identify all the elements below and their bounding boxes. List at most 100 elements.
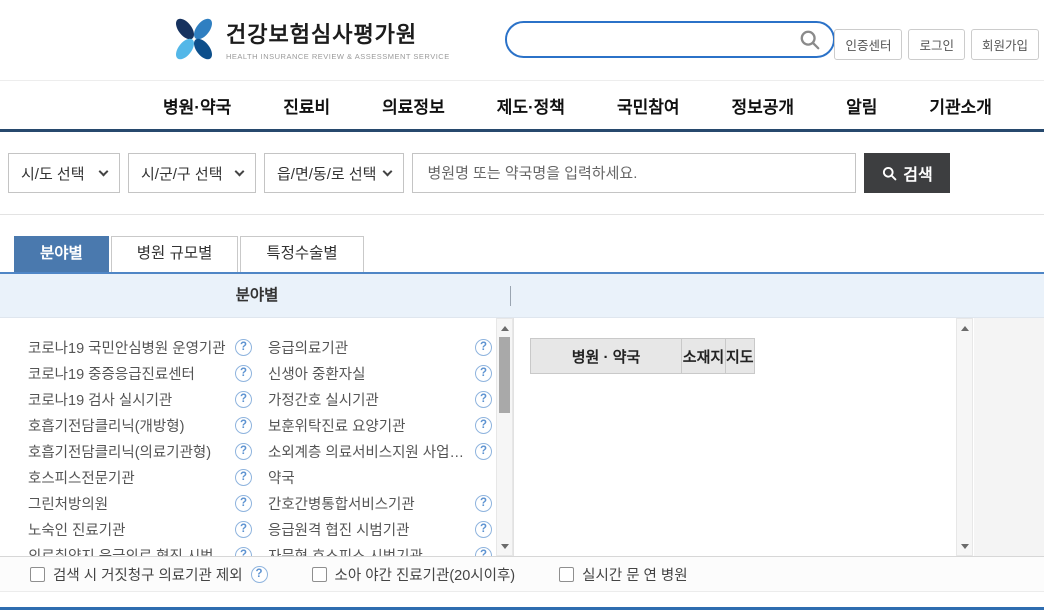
region-select-value: 시/군/구 선택 <box>141 163 223 184</box>
nav-item[interactable]: 진료비 <box>283 93 330 118</box>
category-item[interactable]: 가정간호 실시기관 <box>268 386 492 412</box>
category-label: 응급의료기관 <box>268 337 348 358</box>
category-item[interactable]: 자문형 호스피스 시범기관 <box>268 542 492 556</box>
category-item[interactable]: 호흡기전담클리닉(의료기관형) <box>28 438 252 464</box>
header-utility-button[interactable]: 인증센터 <box>834 29 902 60</box>
header-utility-button[interactable]: 로그인 <box>908 29 965 60</box>
help-icon[interactable] <box>475 521 492 538</box>
panel-header: 분야별 <box>0 274 1044 318</box>
results-table-header: 병원 · 약국소재지지도 <box>530 338 755 374</box>
nav-item[interactable]: 기관소개 <box>929 93 992 118</box>
option-label: 실시간 문 연 병원 <box>582 564 687 585</box>
nav-item[interactable]: 알림 <box>846 93 877 118</box>
help-icon[interactable] <box>235 547 252 557</box>
help-icon[interactable] <box>235 417 252 434</box>
category-tab[interactable]: 특정수술별 <box>240 236 363 272</box>
help-icon[interactable] <box>235 391 252 408</box>
help-icon[interactable] <box>235 365 252 382</box>
nav-item[interactable]: 의료정보 <box>382 93 445 118</box>
category-label: 코로나19 중증응급진료센터 <box>28 363 195 384</box>
scrollbar-thumb[interactable] <box>499 337 510 413</box>
help-icon[interactable] <box>235 495 252 512</box>
nav-item[interactable]: 정보공개 <box>732 93 795 118</box>
help-icon[interactable] <box>251 566 268 583</box>
help-icon[interactable] <box>475 339 492 356</box>
header-utility-button[interactable]: 회원가입 <box>971 29 1039 60</box>
category-label: 호스피스전문기관 <box>28 467 135 488</box>
help-icon[interactable] <box>235 521 252 538</box>
option-checkbox-row[interactable]: 검색 시 거짓청구 의료기관 제외 <box>30 564 268 585</box>
nav-item[interactable]: 제도·정책 <box>497 93 565 118</box>
logo-subtitle: HEALTH INSURANCE REVIEW & ASSESSMENT SER… <box>226 52 450 61</box>
keyword-input[interactable] <box>412 153 856 193</box>
checkbox[interactable] <box>30 567 45 582</box>
nav-item[interactable]: 국민참여 <box>617 93 680 118</box>
category-item[interactable]: 의료취약지 응급의료 협진 시범 <box>28 542 252 556</box>
search-button[interactable]: 검색 <box>864 153 950 193</box>
help-icon[interactable] <box>235 443 252 460</box>
region-select[interactable]: 시/군/구 선택 <box>128 153 256 193</box>
scroll-down-icon[interactable] <box>497 539 512 553</box>
header-utility-links: 인증센터로그인회원가입 <box>834 29 1039 60</box>
help-icon[interactable] <box>475 443 492 460</box>
checkbox[interactable] <box>559 567 574 582</box>
category-item[interactable]: 그린처방의원 <box>28 490 252 516</box>
panel-title: 분야별 <box>0 274 514 317</box>
help-icon[interactable] <box>475 417 492 434</box>
nav-item[interactable]: 병원·약국 <box>163 93 231 118</box>
chevron-down-icon <box>99 167 109 177</box>
scroll-up-icon[interactable] <box>497 321 512 335</box>
panel-vertical-divider <box>513 318 514 556</box>
results-scrollbar[interactable] <box>956 318 973 556</box>
content-area: 코로나19 국민안심병원 운영기관 코로나19 중증응급진료센터 코로나19 검… <box>0 318 1044 556</box>
category-item[interactable]: 호스피스전문기관 <box>28 464 252 490</box>
chevron-down-icon <box>235 167 245 177</box>
search-button-label: 검색 <box>903 161 932 185</box>
search-icon <box>882 166 897 181</box>
category-item[interactable]: 소외계층 의료서비스지원 사업… <box>268 438 492 464</box>
option-checkbox-row[interactable]: 실시간 문 연 병원 <box>559 564 687 585</box>
help-icon[interactable] <box>475 365 492 382</box>
category-label: 간호간병통합서비스기관 <box>268 493 415 514</box>
region-select[interactable]: 읍/면/동/로 선택 <box>264 153 404 193</box>
results-column-header: 병원 · 약국 <box>530 338 682 374</box>
category-item[interactable]: 코로나19 검사 실시기관 <box>28 386 252 412</box>
category-tabs: 분야별 병원 규모별 특정수술별 <box>0 215 1044 274</box>
category-item[interactable]: 코로나19 국민안심병원 운영기관 <box>28 334 252 360</box>
category-item[interactable]: 신생아 중환자실 <box>268 360 492 386</box>
help-icon[interactable] <box>475 495 492 512</box>
help-icon[interactable] <box>235 469 252 486</box>
help-icon[interactable] <box>475 391 492 408</box>
right-filler <box>974 318 1044 556</box>
option-label: 검색 시 거짓청구 의료기관 제외 <box>53 564 243 585</box>
option-checkbox-row[interactable]: 소아 야간 진료기관(20시이후) <box>312 564 516 585</box>
scroll-up-icon[interactable] <box>957 321 972 335</box>
category-item[interactable]: 노숙인 진료기관 <box>28 516 252 542</box>
help-icon[interactable] <box>475 547 492 557</box>
region-select[interactable]: 시/도 선택 <box>8 153 120 193</box>
category-label: 의료취약지 응급의료 협진 시범 <box>28 545 214 557</box>
help-icon[interactable] <box>235 339 252 356</box>
category-label: 자문형 호스피스 시범기관 <box>268 545 423 557</box>
hira-logo[interactable]: 건강보험심사평가원 HEALTH INSURANCE REVIEW & ASSE… <box>172 16 450 62</box>
search-icon[interactable] <box>799 29 821 51</box>
category-label: 코로나19 국민안심병원 운영기관 <box>28 337 226 358</box>
category-label: 코로나19 검사 실시기관 <box>28 389 172 410</box>
checkbox[interactable] <box>312 567 327 582</box>
category-tab[interactable]: 분야별 <box>14 236 109 272</box>
category-item[interactable]: 응급의료기관 <box>268 334 492 360</box>
results-column-header: 소재지 <box>682 338 726 374</box>
category-list-scrollbar[interactable] <box>496 318 513 556</box>
category-tab[interactable]: 병원 규모별 <box>111 236 239 272</box>
category-item[interactable]: 간호간병통합서비스기관 <box>268 490 492 516</box>
category-label: 호흡기전담클리닉(의료기관형) <box>28 441 211 462</box>
category-item[interactable]: 호흡기전담클리닉(개방형) <box>28 412 252 438</box>
region-select-value: 읍/면/동/로 선택 <box>277 163 376 184</box>
category-item[interactable]: 보훈위탁진료 요양기관 <box>268 412 492 438</box>
category-item[interactable]: 약국 <box>268 464 492 490</box>
category-item[interactable]: 응급원격 협진 시범기관 <box>268 516 492 542</box>
scroll-down-icon[interactable] <box>957 539 972 553</box>
category-item[interactable]: 코로나19 중증응급진료센터 <box>28 360 252 386</box>
category-column-1: 코로나19 국민안심병원 운영기관 코로나19 중증응급진료센터 코로나19 검… <box>28 334 252 556</box>
global-search-input[interactable] <box>525 32 799 48</box>
